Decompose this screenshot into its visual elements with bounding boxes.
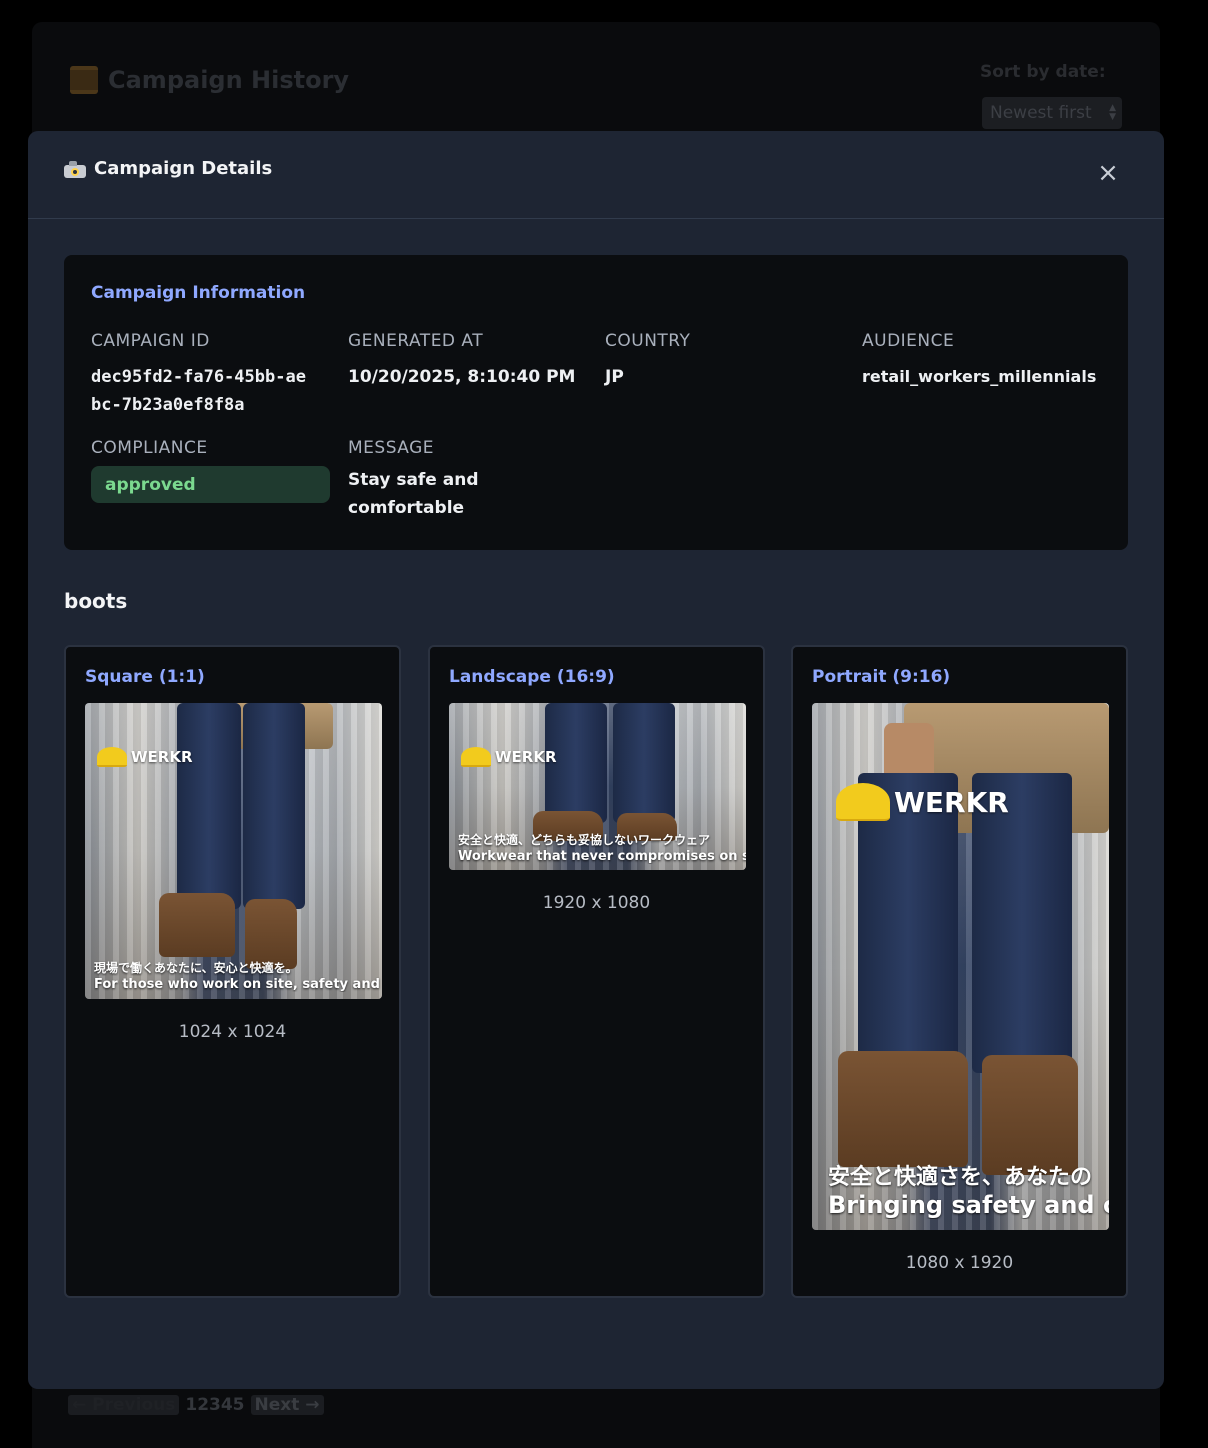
overlay-caption-en: Bringing safety and cor [828, 1191, 1109, 1219]
asset-card-square: Square (1:1) WERKR 現場で働くあなたに、安心と快適を。 For… [64, 645, 401, 1298]
werkr-logo: WERKR [97, 747, 193, 767]
campaign-id-label: CAMPAIGN ID [91, 331, 210, 351]
asset-image-square[interactable]: WERKR 現場で働くあなたに、安心と快適を。 For those who wo… [85, 703, 382, 999]
overlay-caption-jp: 安全と快適、どちらも妥協しないワークウェア [458, 833, 711, 847]
asset-card-landscape: Landscape (16:9) WERKR 安全と快適、どちらも妥協しないワー… [428, 645, 765, 1298]
previous-page-button[interactable]: ← Previous [68, 1395, 180, 1415]
asset-dimensions: 1920 x 1080 [542, 893, 651, 913]
product-group-title: boots [64, 589, 128, 613]
asset-card-portrait: Portrait (9:16) WERKR 安全と快適さを、あなたの Bring… [791, 645, 1128, 1298]
next-page-button[interactable]: Next → [250, 1395, 324, 1415]
country-value: JP [605, 367, 624, 387]
camera-icon [64, 160, 86, 178]
modal-header: Campaign Details × [28, 131, 1164, 219]
modal-title: Campaign Details [64, 158, 272, 179]
message-value: Stay safe and comfortable [348, 470, 479, 518]
audience-label: AUDIENCE [862, 331, 955, 351]
page-numbers[interactable]: 12345 [185, 1395, 244, 1415]
campaign-details-modal: Campaign Details × Campaign Information … [28, 131, 1164, 1389]
werkr-logo: WERKR [461, 747, 557, 767]
campaign-id-value: dec95fd2-fa76-45bb-aebc-7b23a0ef8f8a [91, 367, 306, 415]
history-title-text: Campaign History [108, 66, 350, 94]
modal-title-text: Campaign Details [94, 158, 273, 179]
campaign-info-heading: Campaign Information [91, 283, 306, 303]
asset-image-portrait[interactable]: WERKR 安全と快適さを、あなたの Bringing safety and c… [812, 703, 1109, 1230]
message-label: MESSAGE [348, 438, 435, 458]
campaign-id-field: CAMPAIGN ID dec95fd2-fa76-45bb-aebc-7b23… [91, 331, 331, 419]
scroll-icon [70, 66, 98, 94]
sort-select[interactable]: Newest first ▲ ▼ [982, 97, 1122, 129]
asset-dimensions: 1024 x 1024 [178, 1022, 287, 1042]
country-label: COUNTRY [605, 331, 691, 351]
compliance-label: COMPLIANCE [91, 438, 208, 458]
close-button[interactable]: × [1096, 160, 1120, 186]
asset-title: Portrait (9:16) [812, 667, 951, 687]
overlay-caption-jp: 現場で働くあなたに、安心と快適を。 [94, 961, 298, 975]
helmet-icon [836, 783, 890, 821]
sort-select-value: Newest first [990, 103, 1092, 123]
werkr-logo: WERKR [836, 783, 1009, 821]
message-field: MESSAGE Stay safe and comfortable [348, 438, 498, 522]
campaign-info-card: Campaign Information CAMPAIGN ID dec95fd… [64, 255, 1128, 550]
overlay-caption-en: Workwear that never compromises on safe [458, 849, 746, 864]
compliance-status-badge: approved [91, 466, 330, 503]
select-arrows-icon: ▲ ▼ [1109, 103, 1116, 122]
overlay-caption-jp: 安全と快適さを、あなたの [828, 1165, 1093, 1190]
asset-image-landscape[interactable]: WERKR 安全と快適、どちらも妥協しないワークウェア Workwear tha… [449, 703, 746, 870]
asset-title: Square (1:1) [85, 667, 205, 687]
generated-at-value: 10/20/2025, 8:10:40 PM [348, 367, 576, 387]
asset-dimensions: 1080 x 1920 [905, 1253, 1014, 1273]
compliance-field: COMPLIANCE approved [91, 438, 331, 503]
helmet-icon [97, 747, 127, 767]
helmet-icon [461, 747, 491, 767]
country-field: COUNTRY JP [605, 331, 845, 391]
generated-at-label: GENERATED AT [348, 331, 484, 351]
sort-label: Sort by date: [980, 62, 1106, 82]
overlay-caption-en: For those who work on site, safety and c… [94, 977, 382, 992]
audience-field: AUDIENCE retail_workers_millennials [862, 331, 1112, 391]
audience-value: retail_workers_millennials [862, 367, 1097, 386]
asset-title: Landscape (16:9) [449, 667, 615, 687]
generated-at-field: GENERATED AT 10/20/2025, 8:10:40 PM [348, 331, 588, 391]
history-title: Campaign History [70, 66, 349, 94]
pagination: ← Previous 12345 Next → [68, 1395, 324, 1415]
